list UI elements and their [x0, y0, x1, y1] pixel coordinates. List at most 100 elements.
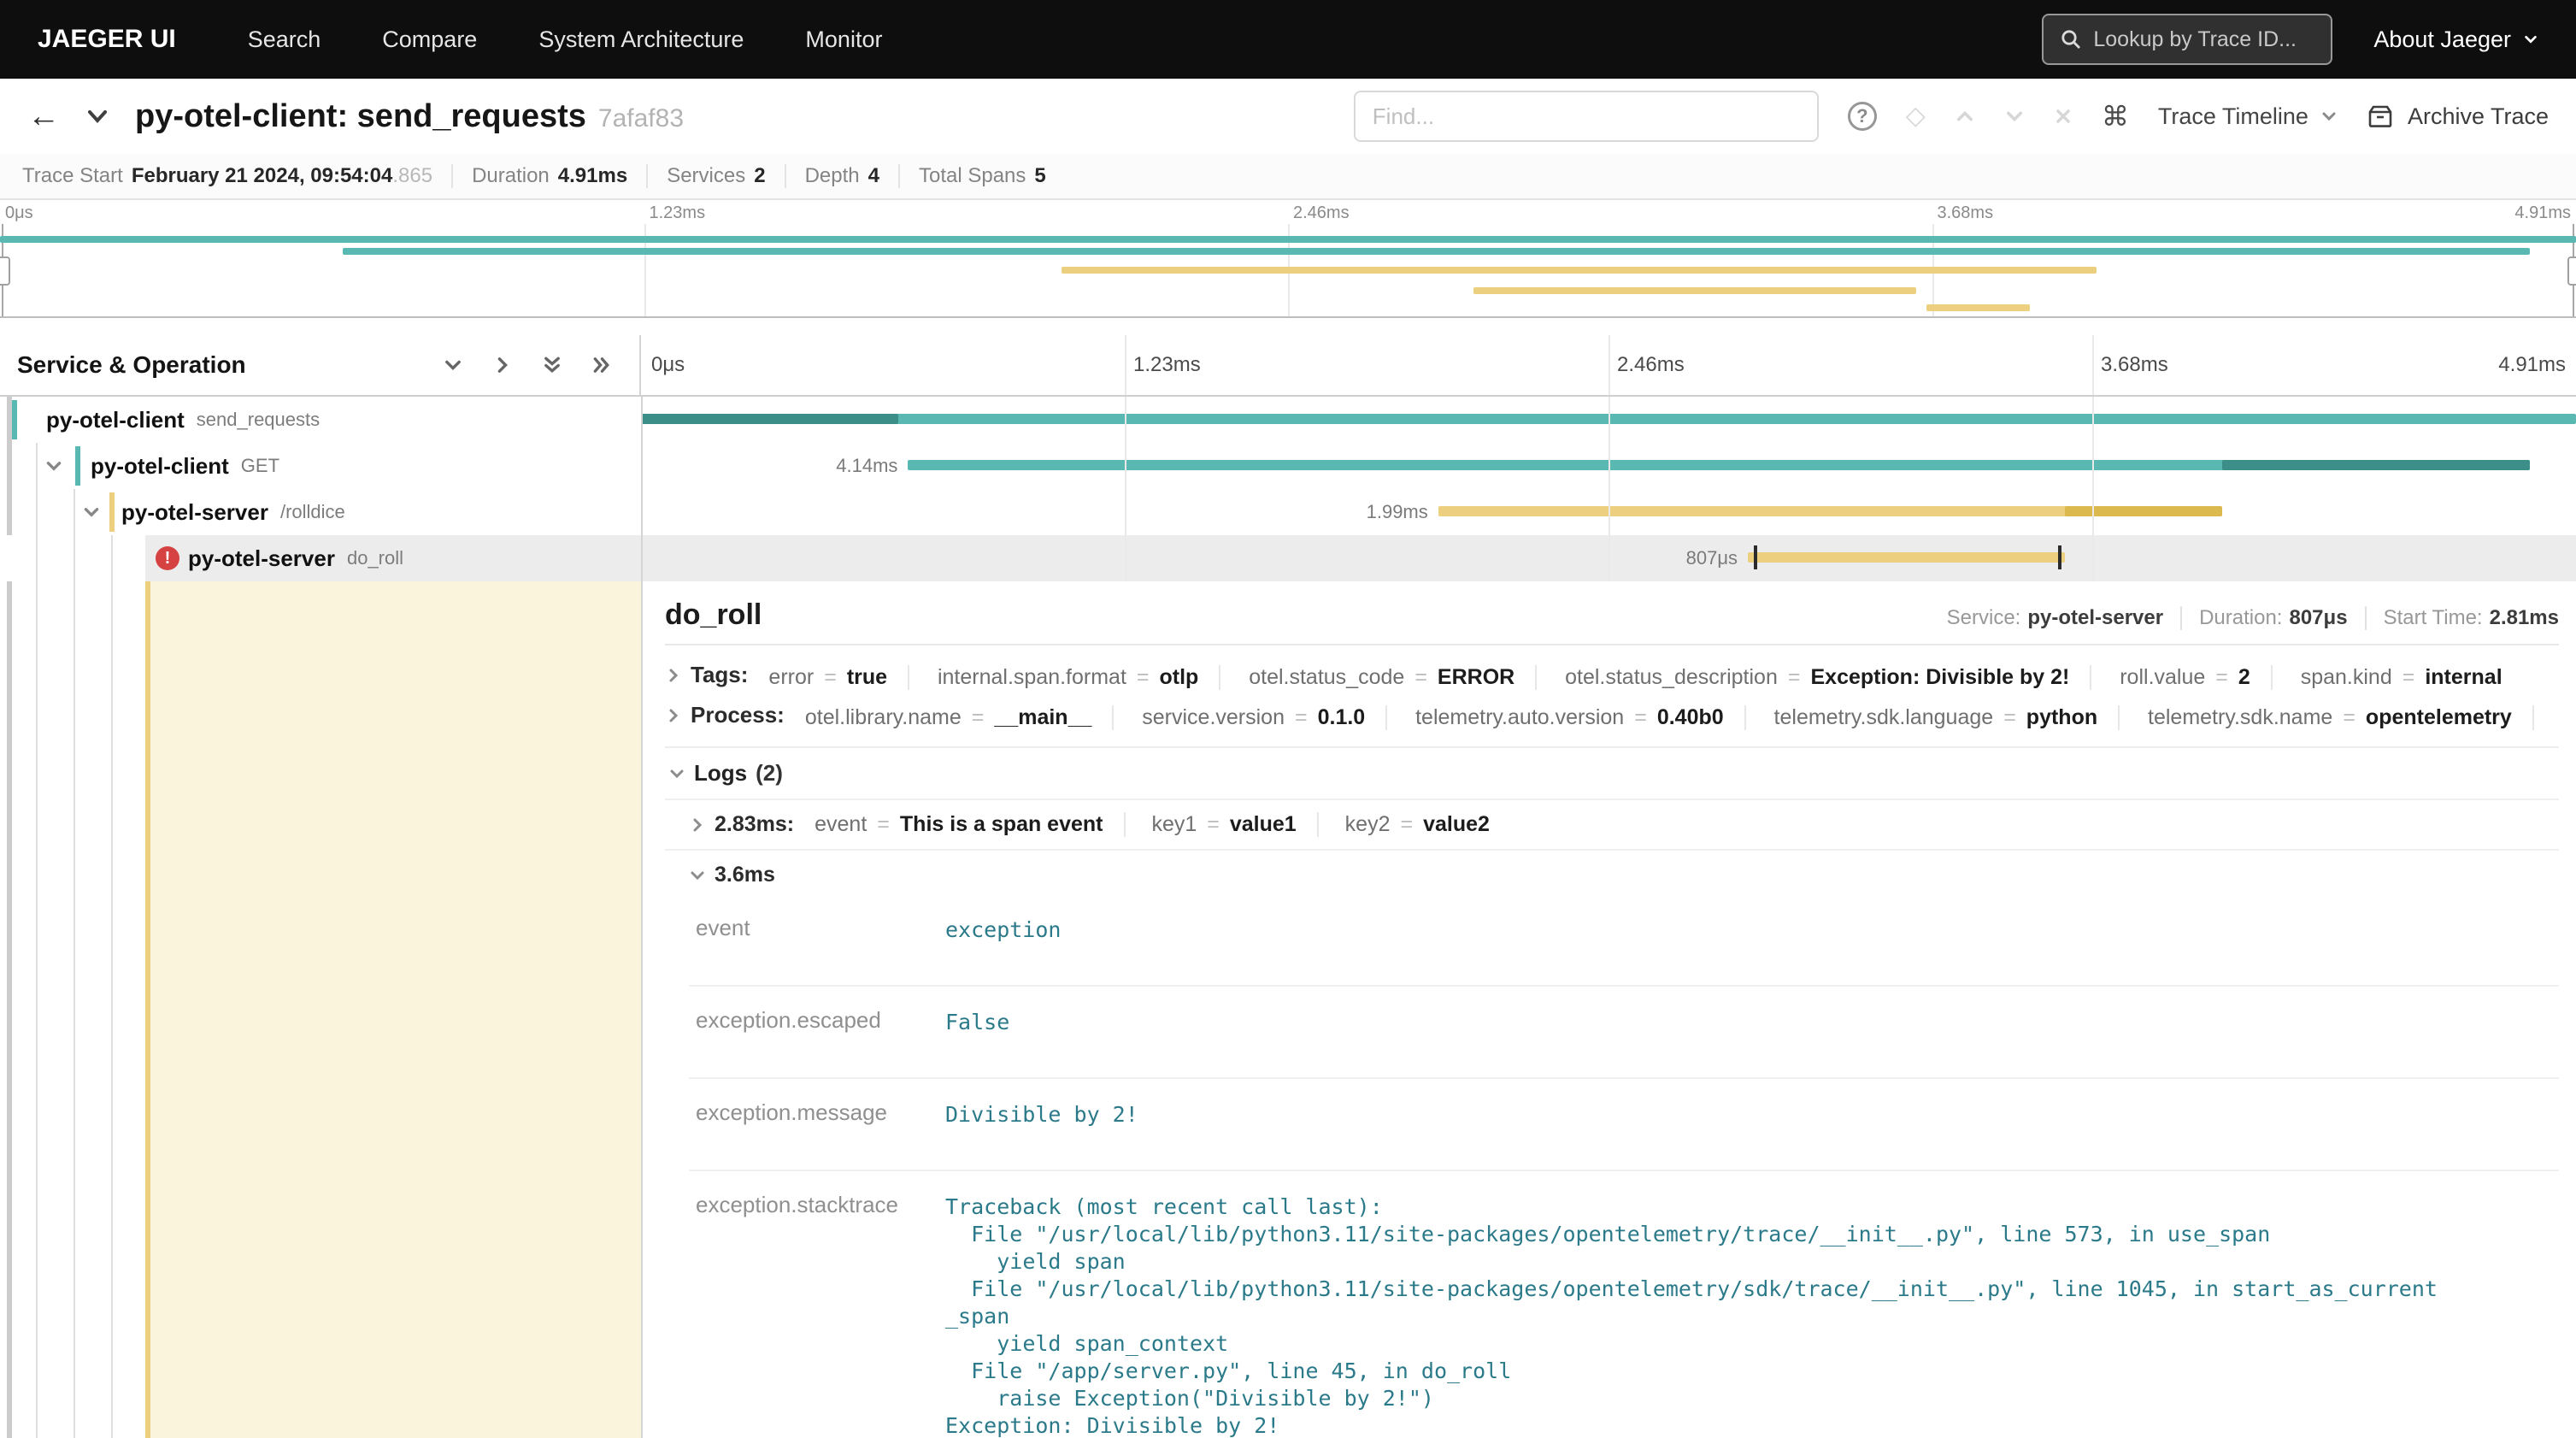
trace-id-short: 7afaf83 — [598, 104, 684, 133]
span-bar-cell[interactable]: 1.99ms — [641, 489, 2576, 535]
meta-item: Service:py-otel-server — [1930, 606, 2182, 630]
summary-item: Depth4 — [786, 164, 900, 188]
span-duration-label: 807μs — [1686, 547, 1738, 569]
span-bar-cell[interactable] — [641, 397, 2576, 443]
service-name: py-otel-server — [188, 545, 335, 572]
log-marker-tick — [2058, 545, 2061, 569]
chevron-down-icon — [689, 867, 715, 884]
tags-label: Tags: — [691, 662, 748, 688]
trace-lookup-input[interactable] — [2093, 27, 2314, 52]
tag-chip: roll.value=2 — [2120, 665, 2273, 690]
back-button[interactable]: ← — [27, 98, 60, 135]
span-tree-node[interactable]: ! py-otel-server do_roll — [0, 535, 641, 581]
about-jaeger-menu[interactable]: About Jaeger — [2373, 27, 2538, 53]
span-bar-segment — [641, 414, 898, 424]
span-bar-segment — [2222, 460, 2530, 470]
span-row[interactable]: py-otel-server /rolldice 1.99ms — [0, 489, 2576, 535]
tags-row[interactable]: Tags: error=true internal.span.format=ot… — [665, 659, 2559, 691]
span-tree-node[interactable]: py-otel-client GET — [0, 443, 641, 489]
archive-trace-button[interactable]: Archive Trace — [2367, 103, 2549, 130]
indent-guide — [111, 535, 113, 1438]
summary-item: Duration4.91ms — [453, 164, 648, 188]
nav-item[interactable]: Monitor — [805, 27, 882, 53]
span-bar[interactable] — [641, 414, 2576, 424]
nav-item[interactable]: Search — [248, 27, 321, 53]
nav-right: About Jaeger — [2042, 14, 2538, 65]
minimap-ticks: 0μs 1.23ms 2.46ms 3.68ms 4.91ms — [0, 200, 2576, 224]
service-name: py-otel-client — [91, 453, 229, 480]
collapse-all-double-chevron-down-icon[interactable] — [542, 355, 562, 375]
find-input[interactable] — [1354, 91, 1819, 142]
tick-label: 4.91ms — [2498, 353, 2566, 377]
clear-search-close-icon[interactable] — [2054, 107, 2073, 126]
indent-guide — [74, 489, 75, 1438]
span-bar[interactable] — [1748, 552, 2065, 563]
chevron-right-icon — [689, 816, 715, 834]
tick-label: 2.46ms — [1617, 353, 1685, 377]
prev-result-chevron-up-icon[interactable] — [1955, 106, 1975, 127]
log-fields-table: event exception exception.escaped False … — [689, 894, 2559, 1438]
log-field-chip: key1=value1 — [1151, 812, 1318, 837]
process-chip: telemetry.auto.version=0.40b0 — [1415, 705, 1746, 730]
nav-item[interactable]: System Architecture — [538, 27, 744, 53]
collapse-chevron-down-icon[interactable] — [82, 503, 101, 522]
selected-span-indent-column — [145, 581, 641, 1438]
gridline — [2092, 335, 2094, 395]
minimap-span-bar — [0, 236, 2576, 243]
minimap-canvas[interactable] — [0, 224, 2576, 316]
log-entry-header[interactable]: 2.83ms: event=This is a span event key1=… — [689, 812, 2559, 837]
trace-minimap[interactable]: 0μs 1.23ms 2.46ms 3.68ms 4.91ms — [0, 200, 2576, 318]
service-name: py-otel-server — [121, 499, 268, 526]
field-key: exception.stacktrace — [689, 1170, 945, 1438]
field-value: Traceback (most recent call last): File … — [945, 1170, 2559, 1438]
tick-label: 0μs — [651, 353, 685, 377]
search-icon — [2061, 29, 2081, 50]
span-duration-label: 4.14ms — [836, 455, 897, 477]
trace-view-dropdown-label: Trace Timeline — [2158, 103, 2308, 130]
operation-name: do_roll — [347, 547, 403, 569]
next-result-chevron-down-icon[interactable] — [2004, 106, 2025, 127]
process-chip: telemetry.sdk.language=python — [1774, 705, 2120, 730]
keyboard-shortcuts-icon[interactable]: ⌘ — [2102, 100, 2129, 133]
span-row-selected[interactable]: ! py-otel-server do_roll 807μs — [0, 535, 2576, 581]
trace-view-dropdown[interactable]: Trace Timeline — [2158, 103, 2338, 130]
help-icon[interactable]: ? — [1848, 102, 1877, 131]
tag-chip: error=true — [768, 665, 909, 690]
nav-item[interactable]: Compare — [382, 27, 477, 53]
archive-trace-label: Archive Trace — [2408, 103, 2549, 130]
log-entry-collapsed: 2.83ms: event=This is a span event key1=… — [665, 799, 2559, 849]
span-bar-cell[interactable]: 807μs — [641, 535, 2576, 581]
logs-header[interactable]: Logs (2) — [665, 748, 2559, 799]
column-resizer[interactable] — [641, 397, 643, 1438]
trace-header: ← py-otel-client: send_requests7afaf83 ?… — [0, 79, 2576, 154]
span-tree-node[interactable]: py-otel-server /rolldice — [0, 489, 641, 535]
log-field-row: exception.escaped False — [689, 986, 2559, 1078]
span-row[interactable]: py-otel-client send_requests — [0, 397, 2576, 443]
span-bar-cell[interactable]: 4.14ms — [641, 443, 2576, 489]
chevron-down-icon — [2320, 108, 2338, 125]
span-tree-node[interactable]: py-otel-client send_requests — [0, 397, 641, 443]
chevron-down-icon — [2523, 32, 2538, 47]
expand-all-double-chevron-right-icon[interactable] — [591, 355, 612, 375]
collapse-chevron-down-icon[interactable] — [44, 457, 63, 475]
app-logo[interactable]: JAEGER UI — [38, 25, 176, 54]
collapse-one-chevron-down-icon[interactable] — [443, 355, 463, 375]
span-detail-header: do_roll Service:py-otel-server Duration:… — [665, 598, 2559, 632]
tick-label: 4.91ms — [2514, 203, 2571, 223]
span-detail-panel: do_roll Service:py-otel-server Duration:… — [665, 598, 2559, 1438]
minimap-span-bar — [1926, 304, 2030, 311]
log-entry-header[interactable]: 3.6ms — [689, 863, 2559, 887]
trace-lookup[interactable] — [2042, 14, 2332, 65]
tag-chip: otel.status_code=ERROR — [1249, 665, 1537, 690]
expand-one-chevron-right-icon[interactable] — [492, 355, 513, 375]
focus-diamond-icon[interactable]: ◇ — [1906, 103, 1926, 129]
tick-label: 3.68ms — [2101, 353, 2168, 377]
process-row[interactable]: Process: otel.library.name=__main__ serv… — [665, 699, 2559, 731]
gridline — [1609, 335, 1610, 395]
chevron-right-icon — [665, 667, 691, 684]
chevron-right-icon — [665, 707, 691, 724]
span-row[interactable]: py-otel-client GET 4.14ms — [0, 443, 2576, 489]
service-name: py-otel-client — [46, 407, 185, 433]
collapse-header-chevron-down-icon[interactable] — [84, 103, 111, 130]
summary-item: Total Spans5 — [900, 164, 1065, 188]
